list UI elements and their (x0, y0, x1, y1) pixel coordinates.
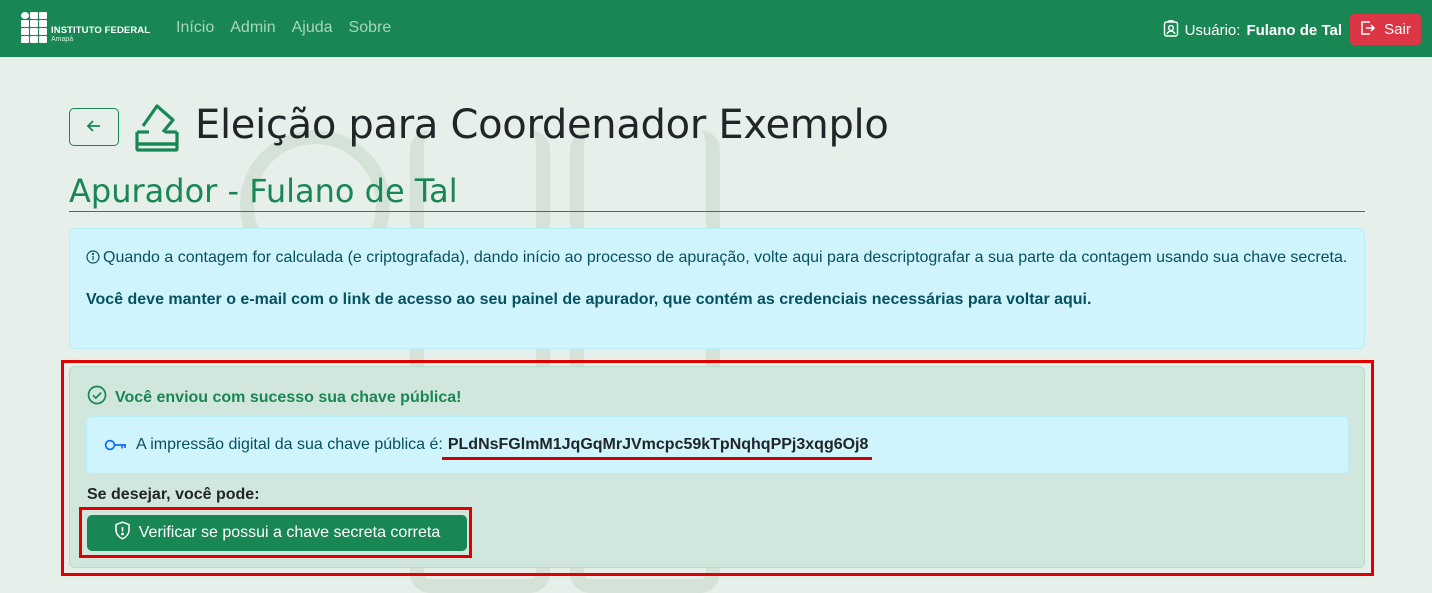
brand-logo[interactable]: INSTITUTO FEDERAL Amapá (21, 12, 150, 44)
verify-secret-key-button[interactable]: Verificar se possui a chave secreta corr… (87, 515, 467, 551)
fingerprint-label: A impressão digital da sua chave pública… (136, 436, 443, 453)
user-info: Usuário: Fulano de Tal (1163, 20, 1342, 41)
info-warning: Você deve manter o e-mail com o link de … (86, 291, 1092, 308)
user-prefix: Usuário: (1184, 22, 1241, 39)
optional-actions-label: Se desejar, você pode: (87, 486, 260, 503)
logout-button[interactable]: Sair (1350, 14, 1421, 45)
nav-links: Início Admin Ajuda Sobre (176, 19, 391, 37)
public-key-success-card: Você enviou com sucesso sua chave públic… (69, 366, 1365, 568)
nav-link-sobre[interactable]: Sobre (349, 19, 392, 37)
fingerprint-value: PLdNsFGlmM1JqGqMrJVmcpc59kTpNqhqPPj3xqg6… (441, 436, 873, 460)
key-icon (104, 438, 128, 452)
top-navbar: INSTITUTO FEDERAL Amapá Início Admin Aju… (0, 0, 1432, 57)
info-alert: Quando a contagem for calculada (e cript… (69, 228, 1365, 349)
box-arrow-right-icon (1360, 20, 1376, 40)
info-circle-icon (86, 248, 100, 272)
divider (69, 211, 1365, 212)
shield-exclamation-icon (114, 521, 131, 545)
nav-link-ajuda[interactable]: Ajuda (292, 19, 333, 37)
success-title-text: Você enviou com sucesso sua chave públic… (115, 388, 462, 406)
person-badge-icon (1163, 20, 1179, 41)
user-name: Fulano de Tal (1246, 22, 1342, 39)
page-title: Eleição para Coordenador Exemplo (195, 102, 889, 148)
back-button[interactable] (69, 108, 119, 146)
nav-link-inicio[interactable]: Início (176, 19, 214, 37)
fingerprint-value-text: PLdNsFGlmM1JqGqMrJVmcpc59kTpNqhqPPj3xqg6… (447, 436, 869, 453)
ballot-box-icon (133, 102, 181, 157)
institute-logo-icon (21, 12, 47, 43)
fingerprint-box: A impressão digital da sua chave pública… (86, 416, 1349, 474)
verify-button-label: Verificar se possui a chave secreta corr… (138, 524, 441, 541)
logout-label: Sair (1384, 21, 1411, 38)
info-message: Quando a contagem for calculada (e cript… (103, 249, 1348, 266)
nav-link-admin[interactable]: Admin (230, 19, 275, 37)
page-subtitle: Apurador - Fulano de Tal (69, 172, 458, 210)
brand-subtitle: Amapá (51, 36, 74, 43)
brand-name: INSTITUTO FEDERAL (51, 25, 151, 36)
check-circle-icon (87, 385, 107, 410)
success-title: Você enviou com sucesso sua chave públic… (87, 385, 462, 410)
arrow-left-icon (85, 117, 103, 138)
fingerprint-highlight-underline (441, 457, 873, 460)
